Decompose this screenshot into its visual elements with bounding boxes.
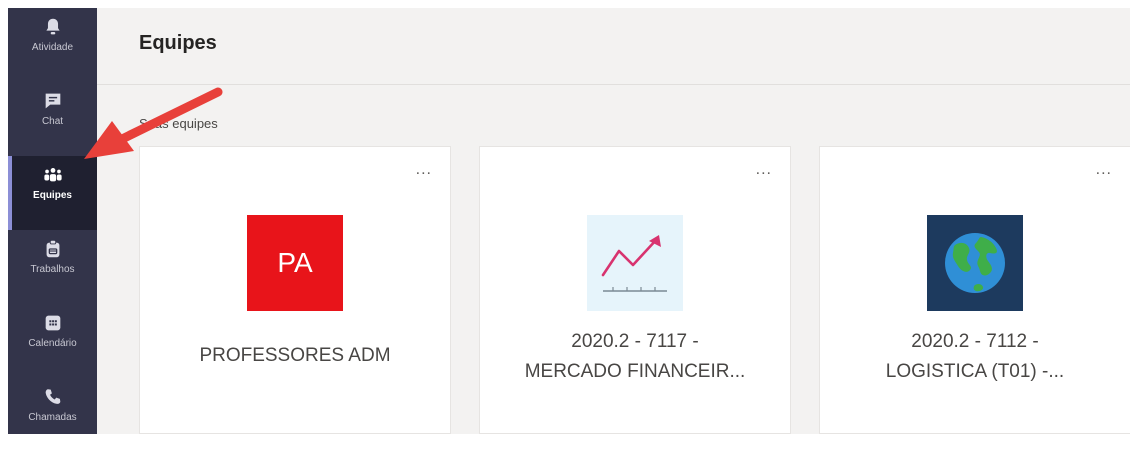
rail-label: Chamadas: [28, 412, 77, 423]
team-avatar: PA: [247, 215, 343, 311]
more-options-button[interactable]: ...: [1096, 162, 1112, 178]
rail-item-atividade[interactable]: Atividade: [8, 8, 97, 82]
rail-label: Calendário: [28, 338, 77, 349]
more-options-button[interactable]: ...: [756, 162, 772, 178]
rail-item-chat[interactable]: Chat: [8, 82, 97, 156]
section-label: Suas equipes: [139, 116, 218, 131]
teams-icon: [43, 168, 62, 182]
rail-item-equipes[interactable]: Equipes: [8, 156, 97, 230]
team-avatar: [927, 215, 1023, 311]
app-bar: Atividade Chat Equipes Trabalhos Calendá…: [8, 8, 97, 434]
assignments-icon: [46, 239, 59, 258]
team-card-mercado-financeiro[interactable]: ... 2020.2 - 7117 - MERCADO FINANCEIR...: [479, 146, 791, 434]
calendar-icon: [45, 315, 60, 331]
phone-icon: [45, 389, 60, 404]
rail-label: Equipes: [33, 190, 72, 201]
team-card-logistica[interactable]: ... 2020.2 - 7112 - LOGISTICA (T01) -...: [819, 146, 1130, 434]
team-name-line1: 2020.2 - 7112 -: [911, 331, 1039, 352]
page-title: Equipes: [139, 32, 217, 54]
team-name-line2: MERCADO FINANCEIR...: [524, 361, 746, 382]
rail-item-chamadas[interactable]: Chamadas: [8, 378, 97, 452]
rail-label: Trabalhos: [30, 264, 75, 275]
team-card-professores-adm[interactable]: ... PA PROFESSORES ADM: [139, 146, 451, 434]
rising-chart-icon: [601, 235, 667, 292]
main-panel: Equipes Suas equipes ... PA PROFESSORES …: [97, 8, 1130, 434]
team-name: PROFESSORES ADM: [199, 345, 391, 366]
rail-label: Atividade: [31, 42, 74, 53]
more-options-button[interactable]: ...: [416, 162, 432, 178]
chat-icon: [45, 93, 60, 109]
globe-icon: [945, 233, 1005, 293]
rail-item-trabalhos[interactable]: Trabalhos: [8, 230, 97, 304]
rail-label: Chat: [41, 116, 64, 127]
team-avatar: [587, 215, 683, 311]
team-name-line2: LOGISTICA (T01) -...: [885, 361, 1065, 382]
teams-app: Atividade Chat Equipes Trabalhos Calendá…: [8, 8, 1130, 434]
bell-icon: [45, 18, 60, 35]
page-header: Equipes: [97, 8, 1130, 85]
rail-item-calendario[interactable]: Calendário: [8, 304, 97, 378]
team-name-line1: 2020.2 - 7117 -: [571, 331, 699, 352]
